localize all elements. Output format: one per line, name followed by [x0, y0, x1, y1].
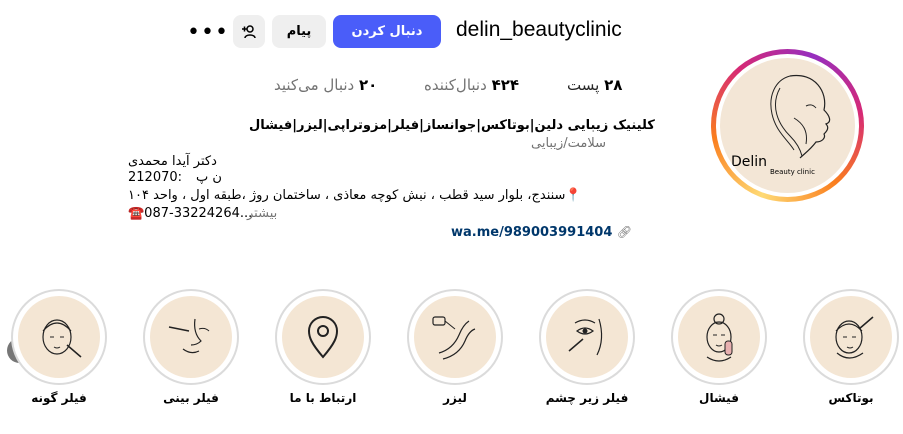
- highlight-label: بوتاکس: [828, 391, 874, 405]
- highlight-label: لیزر: [443, 391, 467, 405]
- botox-face-icon: [835, 316, 874, 359]
- highlight-cover: [678, 296, 760, 378]
- followers-value: ۴۲۴: [491, 76, 520, 94]
- facial-face-icon: [706, 313, 733, 362]
- highlight-contact-us[interactable]: [275, 289, 371, 385]
- highlight-under-eye-filler[interactable]: [539, 289, 635, 385]
- highlight-label: ارتباط با ما: [289, 391, 357, 405]
- highlight-cover: [18, 296, 100, 378]
- more-options-button[interactable]: •••: [187, 18, 228, 46]
- following-value: ۲۰: [359, 76, 378, 94]
- bio-category: سلامت/زیبایی: [531, 136, 606, 151]
- bio-title: کلینیک زیبایی دلین|بوتاکس|جوانساز|فیلر|م…: [249, 118, 655, 133]
- followers-count[interactable]: ۴۲۴ دنبال‌کننده: [424, 76, 519, 94]
- message-button[interactable]: پیام: [272, 15, 326, 48]
- highlight-cover: [414, 296, 496, 378]
- username: delin_beautyclinic: [456, 18, 622, 41]
- suggested-accounts-button[interactable]: [233, 15, 265, 48]
- highlight-cover: [810, 296, 892, 378]
- avatar[interactable]: Delin Beauty clinic: [720, 58, 855, 193]
- highlight-label: فیلر گونه: [31, 391, 87, 405]
- highlight-laser[interactable]: [407, 289, 503, 385]
- logo-subtext: Beauty clinic: [770, 168, 815, 176]
- logo-text: Delin: [731, 154, 768, 170]
- highlight-facial[interactable]: [671, 289, 767, 385]
- highlight-cover: [150, 296, 232, 378]
- highlight-label: فیلر بینی: [163, 391, 219, 405]
- bio-link[interactable]: wa.me/989003991404 🔗︎: [451, 225, 632, 240]
- following-label: دنبال می‌کنید: [274, 76, 355, 94]
- bio-name: دکتر آیدا محمدی: [128, 154, 217, 169]
- highlight-cover: [546, 296, 628, 378]
- bio-more-button[interactable]: بیشتر: [247, 206, 277, 221]
- posts-count[interactable]: ۲۸ پست: [567, 76, 622, 94]
- highlight-cover: [282, 296, 364, 378]
- followers-label: دنبال‌کننده: [424, 76, 487, 94]
- add-person-icon: [242, 24, 256, 38]
- highlight-cheek-filler[interactable]: [11, 289, 107, 385]
- highlight-label: فیشال: [699, 391, 739, 405]
- posts-label: پست: [567, 76, 600, 94]
- bio-address: 📍سنندج، بلوار سید قطب ، نبش کوچه معاذی ،…: [128, 188, 582, 203]
- cheek-filler-icon: [42, 319, 82, 358]
- nose-filler-icon: [168, 318, 210, 354]
- highlight-nose-filler[interactable]: [143, 289, 239, 385]
- follow-button[interactable]: دنبال کردن: [333, 15, 441, 48]
- laser-legs-icon: [432, 316, 476, 360]
- location-pin-icon: [307, 316, 339, 359]
- posts-value: ۲۸: [604, 76, 623, 94]
- highlight-label: فیلر زیر چشم: [545, 391, 629, 405]
- following-count[interactable]: ۲۰ دنبال می‌کنید: [274, 76, 377, 94]
- highlight-botox[interactable]: [803, 289, 899, 385]
- link-icon: 🔗︎: [616, 225, 633, 239]
- under-eye-filler-icon: [568, 318, 603, 356]
- bio-phone: ☎️087-33224264...: [128, 206, 253, 221]
- bio-np: ن پ: [196, 170, 222, 185]
- bio-code: 212070:: [128, 170, 183, 185]
- bio-link-text: wa.me/989003991404: [451, 225, 613, 240]
